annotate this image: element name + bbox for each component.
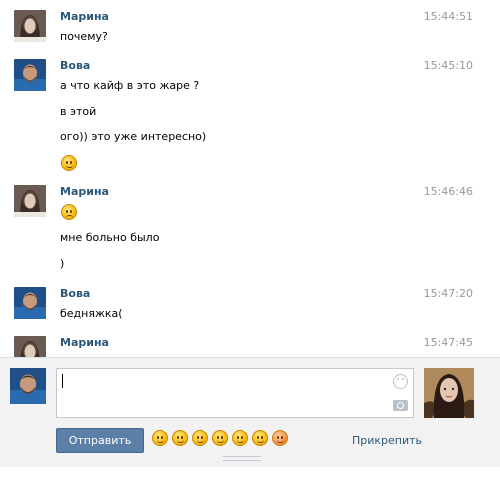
marina-avatar-icon[interactable] — [14, 336, 46, 357]
peer-avatar-icon[interactable] — [424, 368, 474, 418]
message-time: 15:46:46 — [423, 185, 473, 198]
laughing-emoji-icon[interactable] — [152, 430, 168, 446]
kiss-emoji-icon[interactable] — [272, 430, 288, 446]
camera-icon[interactable] — [393, 400, 408, 411]
message-author[interactable]: Марина — [60, 10, 109, 24]
message-author[interactable]: Вова — [60, 59, 90, 73]
message-text: мне больно было — [60, 231, 160, 244]
wink-emoji-icon[interactable] — [232, 430, 248, 446]
smile-emoji-icon[interactable] — [172, 430, 188, 446]
message-time: 15:45:10 — [423, 59, 473, 72]
vova-avatar-icon[interactable] — [14, 59, 46, 91]
angry-emoji-icon[interactable] — [212, 430, 228, 446]
shocked-emoji-icon[interactable] — [252, 430, 268, 446]
message-text: почему? — [60, 30, 108, 43]
marina-avatar-icon[interactable] — [14, 10, 46, 42]
confused-emoji-icon[interactable] — [192, 430, 208, 446]
message-text: а что кайф в это жаре ? — [60, 79, 200, 92]
chat-history: Марина 15:44:51 почему? Вова 15:45:10 а … — [0, 0, 500, 357]
emoji-bar — [152, 430, 288, 446]
message-time: 15:44:51 — [423, 10, 473, 23]
emoji-picker-icon[interactable] — [393, 374, 408, 389]
message-text: в этой — [60, 105, 97, 118]
smile-emoji-icon — [61, 155, 77, 171]
vova-avatar-icon[interactable] — [14, 287, 46, 319]
message-text: ) — [60, 257, 65, 270]
message-author[interactable]: Вова — [60, 287, 90, 301]
eye-roll-emoji-icon — [61, 204, 77, 220]
message-author[interactable]: Марина — [60, 336, 109, 350]
message-author[interactable]: Марина — [60, 185, 109, 199]
my-avatar-icon[interactable] — [10, 368, 46, 404]
text-cursor — [62, 374, 63, 388]
attach-link[interactable]: Прикрепить — [352, 434, 422, 447]
message-composer: Отправить Прикрепить — [0, 357, 500, 467]
message-text: бедняжка( — [60, 307, 123, 320]
message-time: 15:47:45 — [423, 336, 473, 349]
message-input[interactable] — [56, 368, 414, 418]
marina-avatar-icon[interactable] — [14, 185, 46, 217]
resize-handle[interactable] — [223, 456, 261, 461]
send-button[interactable]: Отправить — [56, 428, 144, 453]
message-time: 15:47:20 — [423, 287, 473, 300]
message-text: ого)) это уже интересно) — [60, 130, 207, 143]
